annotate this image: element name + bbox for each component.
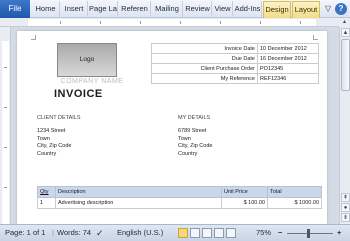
invoice-title[interactable]: INVOICE (54, 88, 103, 100)
info-label: Client Purchase Order (151, 63, 258, 74)
client-address[interactable]: 1234 Street Town City, Zip Code Country (37, 128, 71, 158)
address-line: Town (178, 135, 191, 142)
info-value[interactable]: 16 December 2012 (257, 53, 319, 64)
table-header-row: Qty Description Unit Price Total (37, 186, 322, 198)
tab-page-layout[interactable]: Page La (89, 1, 118, 18)
column-header-unit-price[interactable]: Unit Price (221, 186, 268, 198)
info-value[interactable]: PO12345 (257, 63, 319, 74)
column-header-description[interactable]: Description (55, 186, 222, 198)
info-value[interactable]: 10 December 2012 (257, 43, 319, 54)
crop-mark (313, 35, 318, 40)
document-page[interactable]: Logo COMPANY NAME INVOICE Invoice Date 1… (17, 31, 327, 224)
address-line: Town (37, 135, 50, 142)
address-line: Country (178, 150, 198, 157)
web-layout-icon[interactable] (202, 228, 212, 238)
tab-review[interactable]: Review (184, 1, 212, 18)
info-value[interactable]: REF12346 (257, 73, 319, 84)
print-layout-icon[interactable] (178, 228, 188, 238)
tab-view[interactable]: View (213, 1, 233, 18)
document-area: Logo COMPANY NAME INVOICE Invoice Date 1… (11, 27, 339, 224)
company-name[interactable]: COMPANY NAME (47, 78, 137, 85)
minimize-ribbon-icon[interactable]: ▽ (325, 4, 331, 13)
table-row: Due Date 16 December 2012 (151, 53, 319, 64)
address-line: 1234 Street (37, 128, 66, 134)
item-total[interactable]: $ 1000.00 (267, 197, 322, 209)
line-items-table: Qty Description Unit Price Total 1 Adver… (37, 186, 322, 209)
draft-icon[interactable] (226, 228, 236, 238)
column-header-total[interactable]: Total (267, 186, 322, 198)
ruler-tick (300, 21, 301, 24)
item-qty[interactable]: 1 (37, 197, 56, 209)
table-row: My Reference REF12346 (151, 73, 319, 84)
ruler-tick (4, 147, 7, 148)
ruler-tick (4, 187, 7, 188)
ruler-tick (4, 107, 7, 108)
crop-mark (31, 35, 36, 40)
vertical-ruler[interactable] (0, 27, 11, 224)
ribbon-tab-bar: File Home Insert Page La Referen Mailing… (0, 0, 350, 18)
invoice-info-table: Invoice Date 10 December 2012 Due Date 1… (151, 43, 319, 84)
item-description[interactable]: Advertising description (55, 197, 222, 209)
tab-home[interactable]: Home (32, 1, 60, 18)
view-ruler-icon[interactable]: ▴ (339, 18, 350, 27)
address-line: City, Zip Code (37, 143, 72, 149)
zoom-level[interactable]: 75% (256, 225, 271, 241)
tab-references[interactable]: Referen (119, 1, 151, 18)
ruler-tick (4, 67, 7, 68)
my-address[interactable]: 6789 Street Town City, Zip Code Country (178, 128, 212, 158)
language-indicator[interactable]: English (U.S.) (117, 225, 163, 241)
status-bar: Page: 1 of 1 | Words: 74 ✓ English (U.S.… (0, 224, 350, 241)
zoom-out-icon[interactable]: − (278, 225, 282, 241)
logo-placeholder[interactable]: Logo (57, 43, 117, 77)
word-count[interactable]: Words: 74 (57, 225, 91, 241)
outline-icon[interactable] (214, 228, 224, 238)
address-line: 6789 Street (178, 128, 207, 134)
vertical-scrollbar[interactable]: ▲ ⇞ ● ⇟ (339, 27, 350, 224)
table-row: Client Purchase Order PO12345 (151, 63, 319, 74)
zoom-in-icon[interactable]: + (337, 225, 341, 241)
browse-object-icon[interactable]: ● (341, 203, 350, 212)
ruler-tick (100, 21, 101, 24)
tab-file[interactable]: File (0, 0, 30, 18)
tab-add-ins[interactable]: Add-Ins (234, 1, 262, 18)
scrollbar-thumb[interactable] (341, 39, 350, 91)
address-line: Country (37, 150, 57, 157)
ruler-tick (220, 21, 221, 24)
tab-design[interactable]: Design (263, 1, 291, 18)
tab-insert[interactable]: Insert (61, 1, 88, 18)
my-details-title: MY DETAILS (178, 115, 211, 121)
proofing-icon[interactable]: ✓ (96, 225, 104, 241)
ruler-tick (140, 21, 141, 24)
ruler-tick (180, 21, 181, 24)
ruler-tick (60, 21, 61, 24)
info-label: My Reference (151, 73, 258, 84)
ruler-tick (260, 21, 261, 24)
item-unit-price[interactable]: $ 100.00 (221, 197, 268, 209)
zoom-slider-thumb[interactable] (307, 229, 310, 238)
column-header-qty[interactable]: Qty (37, 186, 56, 198)
next-page-icon[interactable]: ⇟ (341, 213, 350, 222)
ruler-text-area (28, 19, 316, 26)
info-label: Due Date (151, 53, 258, 64)
scroll-up-icon[interactable]: ▲ (341, 28, 350, 37)
help-icon[interactable]: ? (335, 3, 347, 15)
info-label: Invoice Date (151, 43, 258, 54)
table-row: 1 Advertising description $ 100.00 $ 100… (37, 197, 322, 209)
status-separator: | (52, 228, 54, 237)
tab-layout[interactable]: Layout (292, 1, 320, 18)
ruler-text-area (2, 41, 9, 224)
previous-page-icon[interactable]: ⇞ (341, 193, 350, 202)
zoom-slider[interactable] (287, 233, 333, 234)
client-details-title: CLIENT DETAILS (37, 115, 81, 121)
tab-mailings[interactable]: Mailing (152, 1, 183, 18)
horizontal-ruler[interactable] (0, 18, 350, 27)
full-screen-reading-icon[interactable] (190, 228, 200, 238)
table-row: Invoice Date 10 December 2012 (151, 43, 319, 54)
address-line: City, Zip Code (178, 143, 213, 149)
page-count[interactable]: Page: 1 of 1 (5, 225, 45, 241)
